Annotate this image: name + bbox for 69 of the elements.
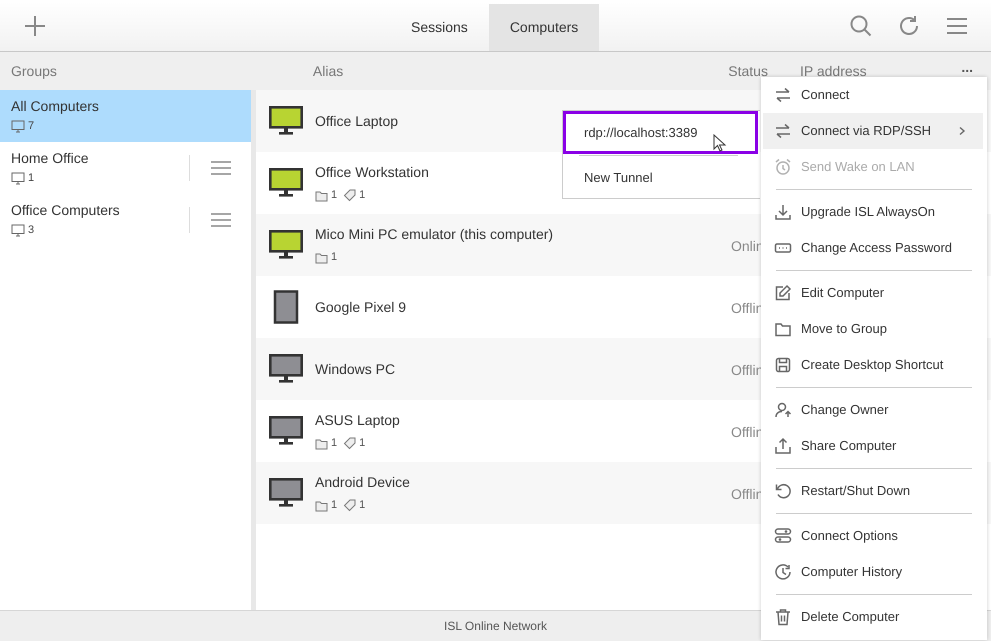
tag-count: 1 <box>359 188 366 204</box>
menu-item-icon <box>774 356 792 374</box>
computer-count: 1 <box>28 170 34 186</box>
tab[interactable]: Computers <box>488 4 600 51</box>
menu-item-icon <box>774 86 792 104</box>
group-menu-button[interactable] <box>210 212 230 228</box>
tag-icon <box>343 499 356 512</box>
folder-icon <box>315 500 328 512</box>
mouse-cursor-icon <box>713 134 727 152</box>
more-button[interactable]: ... <box>961 60 973 74</box>
menu-item[interactable]: Edit Computer <box>763 275 983 311</box>
column-header: Alias <box>312 62 344 80</box>
plus-icon <box>24 14 46 36</box>
computer-name: Office Laptop <box>315 112 398 131</box>
computer-name: ASUS Laptop <box>315 411 400 430</box>
submenu-item[interactable]: New Tunnel <box>563 156 758 199</box>
computer-name: Office Workstation <box>315 163 429 182</box>
menu-icon <box>210 160 230 176</box>
group-name: Home Office <box>11 150 89 167</box>
folder-count: 1 <box>331 250 338 266</box>
menu-item[interactable]: Connect Options <box>763 518 983 554</box>
menu-item[interactable]: Change Owner <box>763 392 983 428</box>
menu-item[interactable]: Share Computer <box>763 428 983 464</box>
folder-icon <box>315 438 328 450</box>
menu-item-icon <box>774 158 792 176</box>
group-item[interactable]: All Computers 7 <box>0 90 251 142</box>
search-icon <box>850 14 872 36</box>
menu-item-icon <box>774 284 792 302</box>
folder-count: 1 <box>331 436 338 452</box>
monitor-icon <box>11 172 25 184</box>
menu-item-icon <box>774 527 792 545</box>
folder-icon <box>315 190 328 202</box>
tag-count: 1 <box>359 436 366 452</box>
menu-item[interactable]: Move to Group <box>763 311 983 347</box>
menu-item-icon <box>774 122 792 140</box>
menu-item-icon <box>774 608 792 626</box>
menu-icon <box>210 212 230 228</box>
menu-item-icon <box>774 437 792 455</box>
menu-item[interactable]: Computer History <box>763 554 983 590</box>
menu-item[interactable]: Restart/Shut Down <box>763 473 983 509</box>
computer-name: Mico Mini PC emulator (this computer) <box>315 225 554 244</box>
computer-name: Windows PC <box>315 360 396 378</box>
computer-count: 3 <box>28 222 34 238</box>
menu-item[interactable]: Upgrade ISL AlwaysOn <box>763 194 983 230</box>
folder-count: 1 <box>331 498 338 514</box>
folder-count: 1 <box>331 188 338 204</box>
monitor-icon <box>11 224 25 236</box>
group-name: Office Computers <box>11 202 120 219</box>
menu-item[interactable]: Connect via RDP/SSH <box>763 113 983 149</box>
menu-item[interactable]: Create Desktop Shortcut <box>763 347 983 383</box>
menu-item-icon <box>774 401 792 419</box>
submenu-item[interactable]: rdp://localhost:3389 <box>563 111 758 154</box>
tab[interactable]: Sessions <box>390 4 489 51</box>
menu-item-icon <box>774 203 792 221</box>
computer-name: Android Device <box>315 473 410 492</box>
menu-item-icon <box>774 563 792 581</box>
monitor-icon <box>11 120 25 132</box>
group-name: All Computers <box>11 98 99 115</box>
menu-item[interactable]: Change Access Password <box>763 230 983 266</box>
menu-item-icon <box>774 482 792 500</box>
tag-icon <box>343 437 356 450</box>
tag-count: 1 <box>359 498 366 514</box>
computer-name: Google Pixel 9 <box>315 298 406 317</box>
refresh-icon <box>898 14 920 36</box>
folder-icon <box>315 252 328 264</box>
tag-icon <box>343 189 356 202</box>
computer-count: 7 <box>28 118 34 134</box>
group-menu-button[interactable] <box>210 160 230 176</box>
column-header: Groups <box>11 62 57 81</box>
